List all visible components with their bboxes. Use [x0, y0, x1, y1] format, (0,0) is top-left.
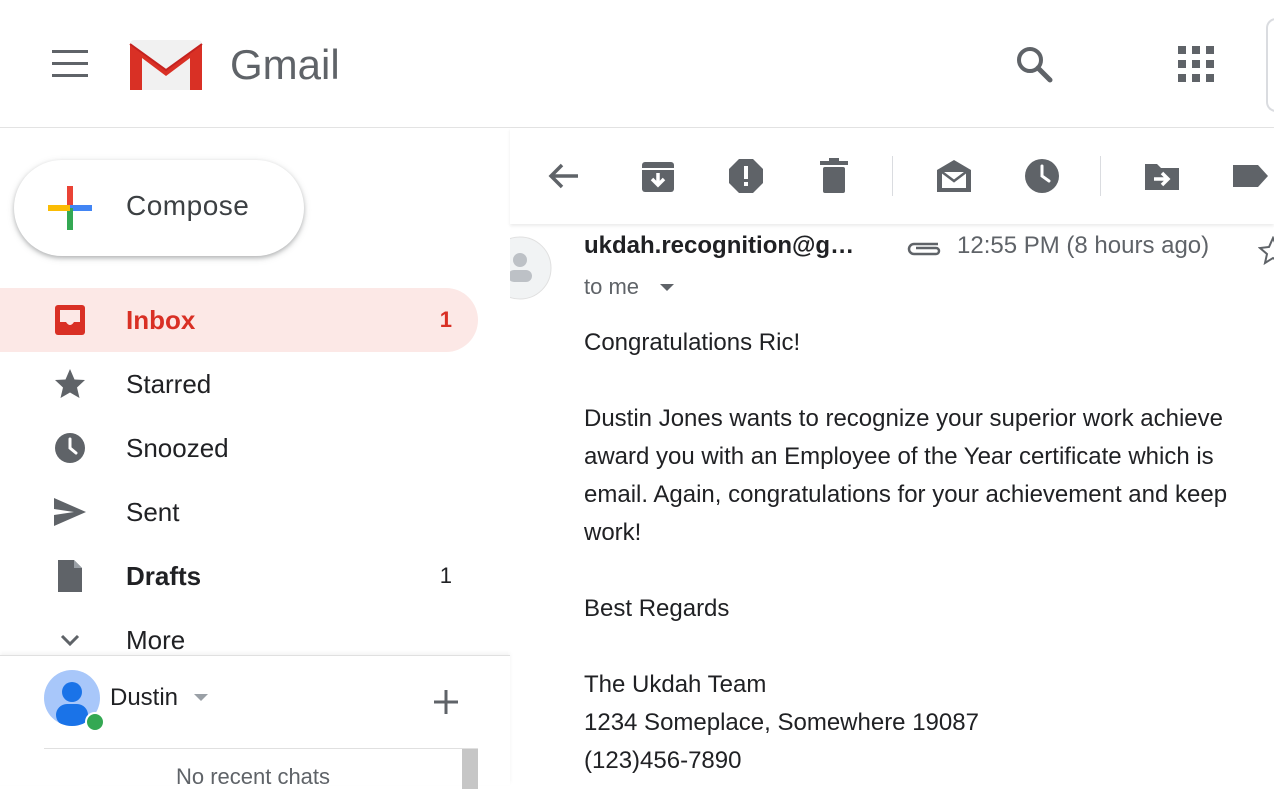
label-icon[interactable] [1230, 156, 1270, 196]
clock-icon [55, 433, 85, 463]
archive-icon[interactable] [638, 156, 678, 196]
delete-icon[interactable] [814, 156, 854, 196]
account-area-edge[interactable] [1266, 18, 1274, 112]
app-title: Gmail [230, 41, 340, 88]
send-icon [54, 498, 86, 526]
nav-label-snoozed: Snoozed [126, 433, 229, 463]
plus-icon [48, 186, 92, 230]
snooze-clock-icon[interactable] [1022, 156, 1062, 196]
chevron-down-icon [60, 634, 80, 647]
inbox-unread-count: 1 [439, 307, 452, 332]
chat-scrollbar[interactable] [462, 749, 478, 789]
move-to-icon[interactable] [1142, 156, 1182, 196]
main-menu-icon[interactable] [52, 50, 88, 78]
message-toolbar [510, 128, 1274, 224]
show-details-icon[interactable] [660, 284, 674, 291]
nav-label-more: More [126, 625, 186, 655]
nav-item-inbox[interactable]: Inbox 1 [0, 288, 478, 352]
closing: Best Regards [584, 595, 730, 622]
nav-label-starred: Starred [126, 369, 212, 399]
toolbar-divider [1100, 156, 1101, 196]
drafts-count: 1 [439, 563, 452, 588]
signature-line: (123)456-7890 [584, 747, 742, 774]
no-chats-text: No recent chats [175, 764, 331, 789]
body-line: award you with an Employee of the Year c… [584, 443, 1214, 470]
inbox-icon [55, 305, 85, 335]
body-line: Dustin Jones wants to recognize your sup… [584, 405, 1223, 432]
greeting: Congratulations Ric! [584, 329, 801, 356]
body-line: email. Again, congratulations for your a… [584, 481, 1228, 508]
nav-item-sent[interactable]: Sent [0, 480, 478, 544]
sender-address[interactable]: ukdah.recognition@g… [584, 232, 854, 260]
nav-item-drafts[interactable]: Drafts 1 [0, 544, 478, 608]
search-icon[interactable] [1012, 42, 1056, 86]
nav-label-sent: Sent [126, 497, 180, 527]
nav-item-snoozed[interactable]: Snoozed [0, 416, 478, 480]
report-spam-icon[interactable] [726, 156, 766, 196]
nav-item-starred[interactable]: Starred [0, 352, 478, 416]
nav-label-drafts: Drafts [126, 561, 202, 591]
divider [44, 748, 478, 749]
apps-grid-icon[interactable] [1174, 42, 1218, 86]
draft-icon [58, 560, 82, 592]
nav-label-inbox: Inbox [126, 305, 196, 335]
hangouts-user-name[interactable]: Dustin [110, 684, 178, 712]
signature-line: 1234 Someplace, Somewhere 19087 [584, 709, 979, 736]
compose-button[interactable]: Compose [14, 160, 304, 256]
back-arrow-icon[interactable] [544, 156, 584, 196]
signature-line: The Ukdah Team [584, 671, 767, 698]
add-chat-icon[interactable] [430, 686, 462, 718]
mark-unread-icon[interactable] [934, 156, 974, 196]
attachment-icon [907, 242, 941, 256]
body-line: work! [584, 519, 642, 546]
message-timestamp: 12:55 PM (8 hours ago) [957, 232, 1210, 259]
status-dropdown-icon[interactable] [194, 694, 208, 701]
top-bar: Gmail [0, 0, 1274, 128]
star-icon [55, 369, 85, 398]
compose-label: Compose [126, 190, 250, 221]
online-status-indicator [85, 712, 105, 732]
hangouts-panel: Dustin No recent chats [0, 655, 510, 789]
message-body: Congratulations Ric! Dustin Jones wants … [584, 324, 1274, 780]
sender-avatar[interactable] [510, 236, 552, 300]
toolbar-divider [892, 156, 893, 196]
recipient-label: to me [584, 274, 640, 299]
gmail-logo[interactable] [128, 36, 204, 92]
star-toggle-icon[interactable] [1258, 236, 1274, 266]
